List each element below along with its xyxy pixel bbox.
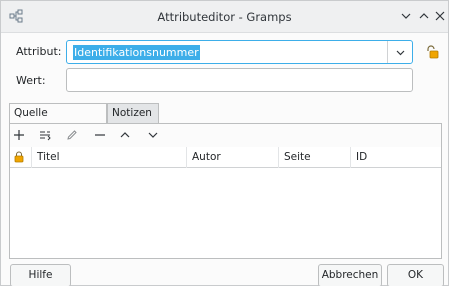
tab-source-citations[interactable]: Quelle Fundstellen — [9, 103, 107, 138]
maximize-icon[interactable] — [417, 9, 431, 23]
citations-table[interactable]: Titel Autor Seite ID — [10, 147, 441, 258]
add-icon[interactable] — [12, 128, 26, 142]
close-icon[interactable] — [433, 9, 447, 23]
move-up-icon[interactable] — [118, 128, 132, 142]
combo-separator — [387, 41, 388, 63]
edit-icon[interactable] — [65, 128, 79, 142]
table-header: Titel Autor Seite ID — [10, 147, 441, 168]
value-label: Wert: — [16, 74, 46, 87]
attribute-value[interactable]: Identifikationsnummer — [73, 45, 200, 60]
lock-icon — [12, 150, 26, 164]
column-header-id[interactable]: ID — [351, 147, 441, 168]
move-down-icon[interactable] — [146, 128, 160, 142]
window-title: Attributeditor - Gramps — [157, 10, 292, 24]
ok-button[interactable]: OK — [387, 264, 444, 286]
value-field[interactable] — [66, 68, 413, 92]
column-header-author[interactable]: Autor — [187, 147, 279, 168]
private-lock-icon[interactable] — [424, 44, 440, 60]
column-header-title[interactable]: Titel — [32, 147, 187, 168]
column-header-page[interactable]: Seite — [279, 147, 351, 168]
attribute-label: Attribut: — [16, 45, 62, 58]
tab-notes[interactable]: Notizen — [107, 103, 159, 123]
remove-icon[interactable] — [93, 128, 107, 142]
chevron-down-icon[interactable] — [394, 46, 407, 59]
cancel-button[interactable]: Abbrechen — [318, 264, 382, 286]
share-icon[interactable] — [38, 128, 52, 142]
attribute-combobox[interactable]: Identifikationsnummer — [66, 40, 413, 64]
column-header-private[interactable] — [10, 147, 32, 168]
help-button[interactable]: Hilfe — [10, 264, 71, 286]
minimize-icon[interactable] — [399, 9, 413, 23]
title-bar[interactable]: Attributeditor - Gramps — [1, 1, 448, 33]
attribute-editor-window: Attributeditor - Gramps Attribut: Identi… — [0, 0, 449, 286]
